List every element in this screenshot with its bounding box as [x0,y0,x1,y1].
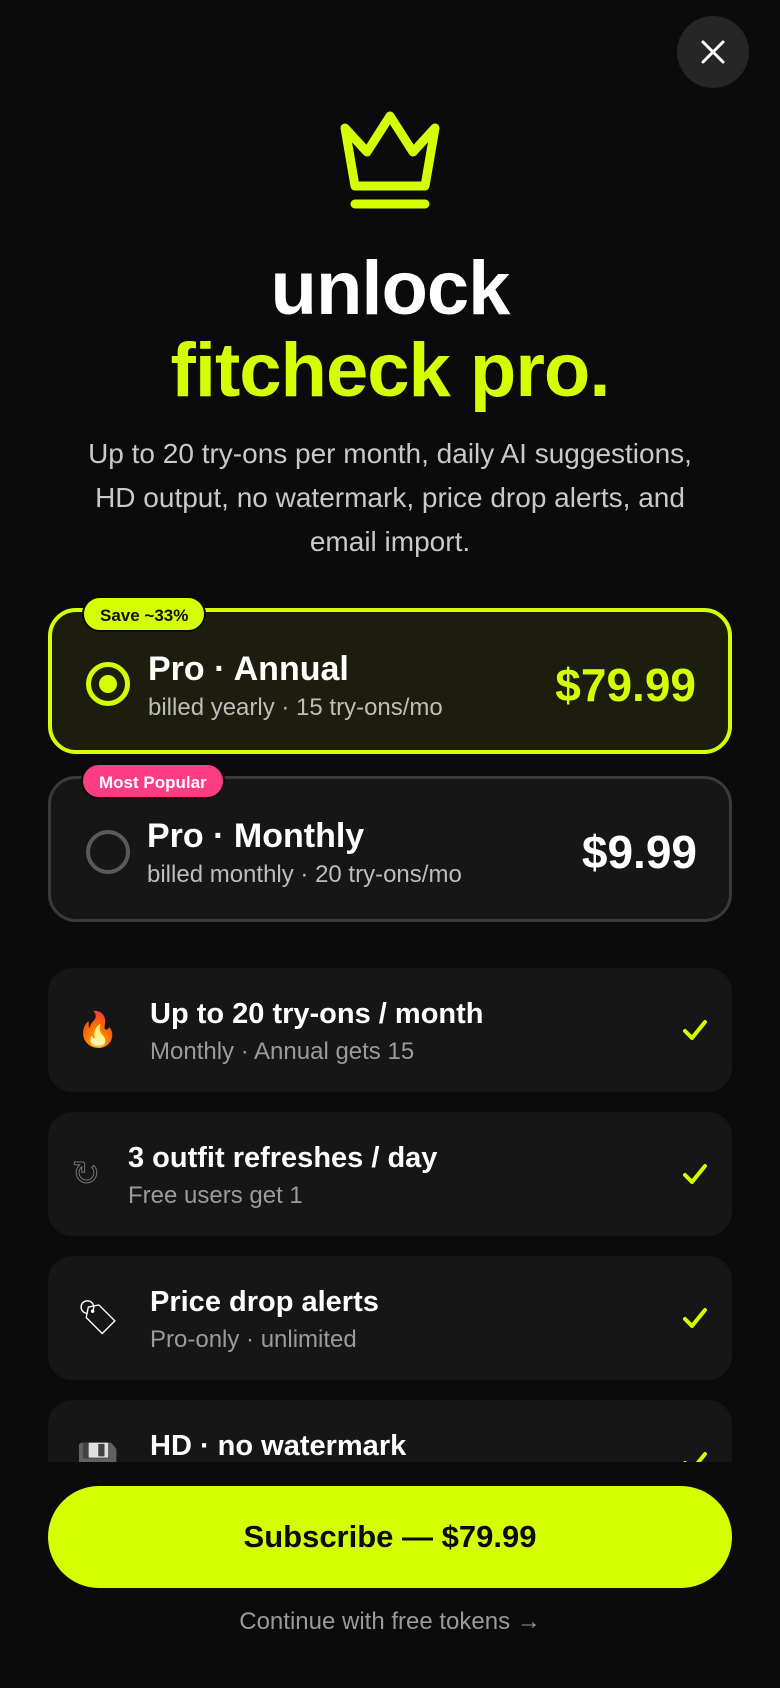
check-icon [683,1452,707,1462]
feature-title: Price drop alerts [150,1286,379,1318]
subtitle: Up to 20 try-ons per month, daily AI sug… [88,438,692,557]
feature-subtitle: Pro-only · unlimited [150,1326,357,1353]
save-badge: Save ~33% [82,596,207,632]
continue-free-link[interactable]: Continue with free tokens → [0,1608,780,1636]
plan-description: billed yearly · 15 try-ons/mo [148,694,443,721]
plan-name: Pro · Monthly [147,817,365,855]
feature-item-hd: 💾 HD · no watermark [48,1400,732,1462]
plan-description: billed monthly · 20 try-ons/mo [147,861,462,888]
feature-title: 3 outfit refreshes / day [128,1142,438,1174]
plan-price: $79.99 [555,659,696,711]
feature-title: Up to 20 try-ons / month [150,998,484,1030]
feature-item-price-alerts: 🏷 Price drop alerts Pro-only · unlimited [48,1256,732,1380]
floppy-disk-icon: 💾 [76,1443,120,1462]
radio-unselected[interactable] [86,830,130,874]
plan-monthly[interactable]: Most Popular Pro · Monthly billed monthl… [48,763,732,922]
close-icon [701,40,725,64]
feature-subtitle: Free users get 1 [128,1182,303,1209]
plan-annual[interactable]: Save ~33% Pro · Annual billed yearly · 1… [48,596,732,754]
title-line-2: fitcheck pro. [170,328,611,413]
feature-title: HD · no watermark [150,1430,407,1462]
page-title: unlock fitcheck pro. [0,248,780,412]
title-line-1: unlock [270,246,511,331]
radio-selected[interactable] [86,662,130,706]
feature-list[interactable]: 🔥 Up to 20 try-ons / month Monthly · Ann… [48,968,732,1462]
crown-icon [340,111,440,209]
popular-badge: Most Popular [81,763,225,799]
feature-item-try-ons: 🔥 Up to 20 try-ons / month Monthly · Ann… [48,968,732,1092]
feature-subtitle: Monthly · Annual gets 15 [150,1038,415,1065]
close-button[interactable] [677,16,749,88]
feature-item-refreshes: ↻ 3 outfit refreshes / day Free users ge… [48,1112,732,1236]
refresh-icon: ↻ [71,1155,101,1194]
plan-name: Pro · Annual [148,650,349,688]
plan-price: $9.99 [581,826,697,878]
check-icon [683,1164,707,1184]
check-icon [683,1308,707,1328]
check-icon [683,1020,707,1040]
fire-icon: 🔥 [76,1011,120,1049]
price-tag-icon: 🏷 [76,1299,120,1337]
subscribe-button[interactable]: Subscribe — $79.99 [48,1486,732,1588]
